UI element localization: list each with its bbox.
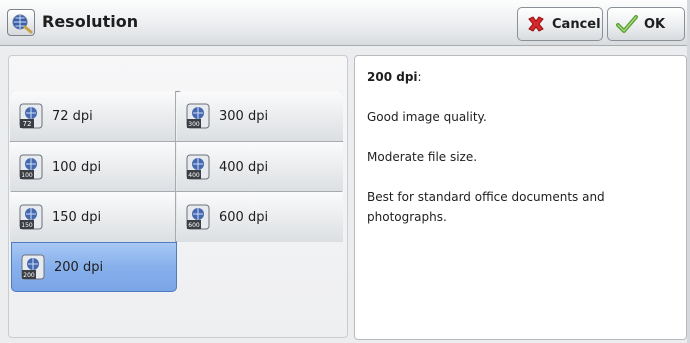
description-file-size: Moderate file size.: [367, 150, 478, 164]
option-400-dpi[interactable]: 400 400 dpi: [177, 142, 343, 192]
svg-text:150: 150: [21, 222, 33, 229]
resolution-600-icon: 600: [186, 204, 210, 230]
resolution-200-icon: 200: [21, 254, 45, 280]
description-quality: Good image quality.: [367, 110, 487, 124]
svg-text:400: 400: [188, 172, 200, 179]
svg-text:300: 300: [188, 121, 200, 128]
option-label: 200 dpi: [54, 259, 104, 275]
ok-label: OK: [644, 16, 666, 32]
ok-button[interactable]: OK: [607, 7, 685, 41]
option-150-dpi[interactable]: 150 150 dpi: [10, 192, 176, 242]
option-600-dpi[interactable]: 600 600 dpi: [177, 192, 343, 242]
option-label: 600 dpi: [219, 209, 269, 225]
option-label: 100 dpi: [52, 159, 102, 175]
checkmark-icon: [616, 15, 638, 33]
svg-text:200: 200: [23, 272, 35, 279]
resolution-100-icon: 100: [19, 154, 43, 180]
svg-text:100: 100: [21, 172, 33, 179]
cancel-button[interactable]: Cancel: [517, 7, 603, 41]
resolution-300-icon: 300: [186, 103, 210, 129]
description-title: 200 dpi: [367, 70, 418, 84]
option-label: 72 dpi: [52, 108, 93, 124]
svg-text:600: 600: [188, 222, 200, 229]
cancel-label: Cancel: [552, 16, 601, 32]
cancel-icon: [528, 16, 544, 32]
description-use-case: Best for standard office documents and p…: [367, 190, 605, 224]
description-panel: 200 dpi: Good image quality. Moderate fi…: [354, 55, 687, 340]
resolution-icon: [7, 9, 35, 36]
title-bar: Resolution Cancel OK: [0, 0, 690, 46]
option-100-dpi[interactable]: 100 100 dpi: [10, 142, 176, 192]
page-title: Resolution: [42, 12, 139, 31]
description-title-suffix: :: [417, 70, 422, 84]
option-300-dpi[interactable]: 300 300 dpi: [177, 91, 343, 141]
resolution-150-icon: 150: [19, 204, 43, 230]
option-label: 150 dpi: [52, 209, 102, 225]
option-72-dpi[interactable]: 72 72 dpi: [10, 91, 176, 141]
resolution-400-icon: 400: [186, 154, 210, 180]
resolution-72-icon: 72: [19, 103, 43, 129]
option-label: 400 dpi: [219, 159, 269, 175]
svg-text:72: 72: [23, 120, 32, 128]
option-200-dpi[interactable]: 200 200 dpi: [11, 242, 177, 292]
option-label: 300 dpi: [219, 108, 269, 124]
